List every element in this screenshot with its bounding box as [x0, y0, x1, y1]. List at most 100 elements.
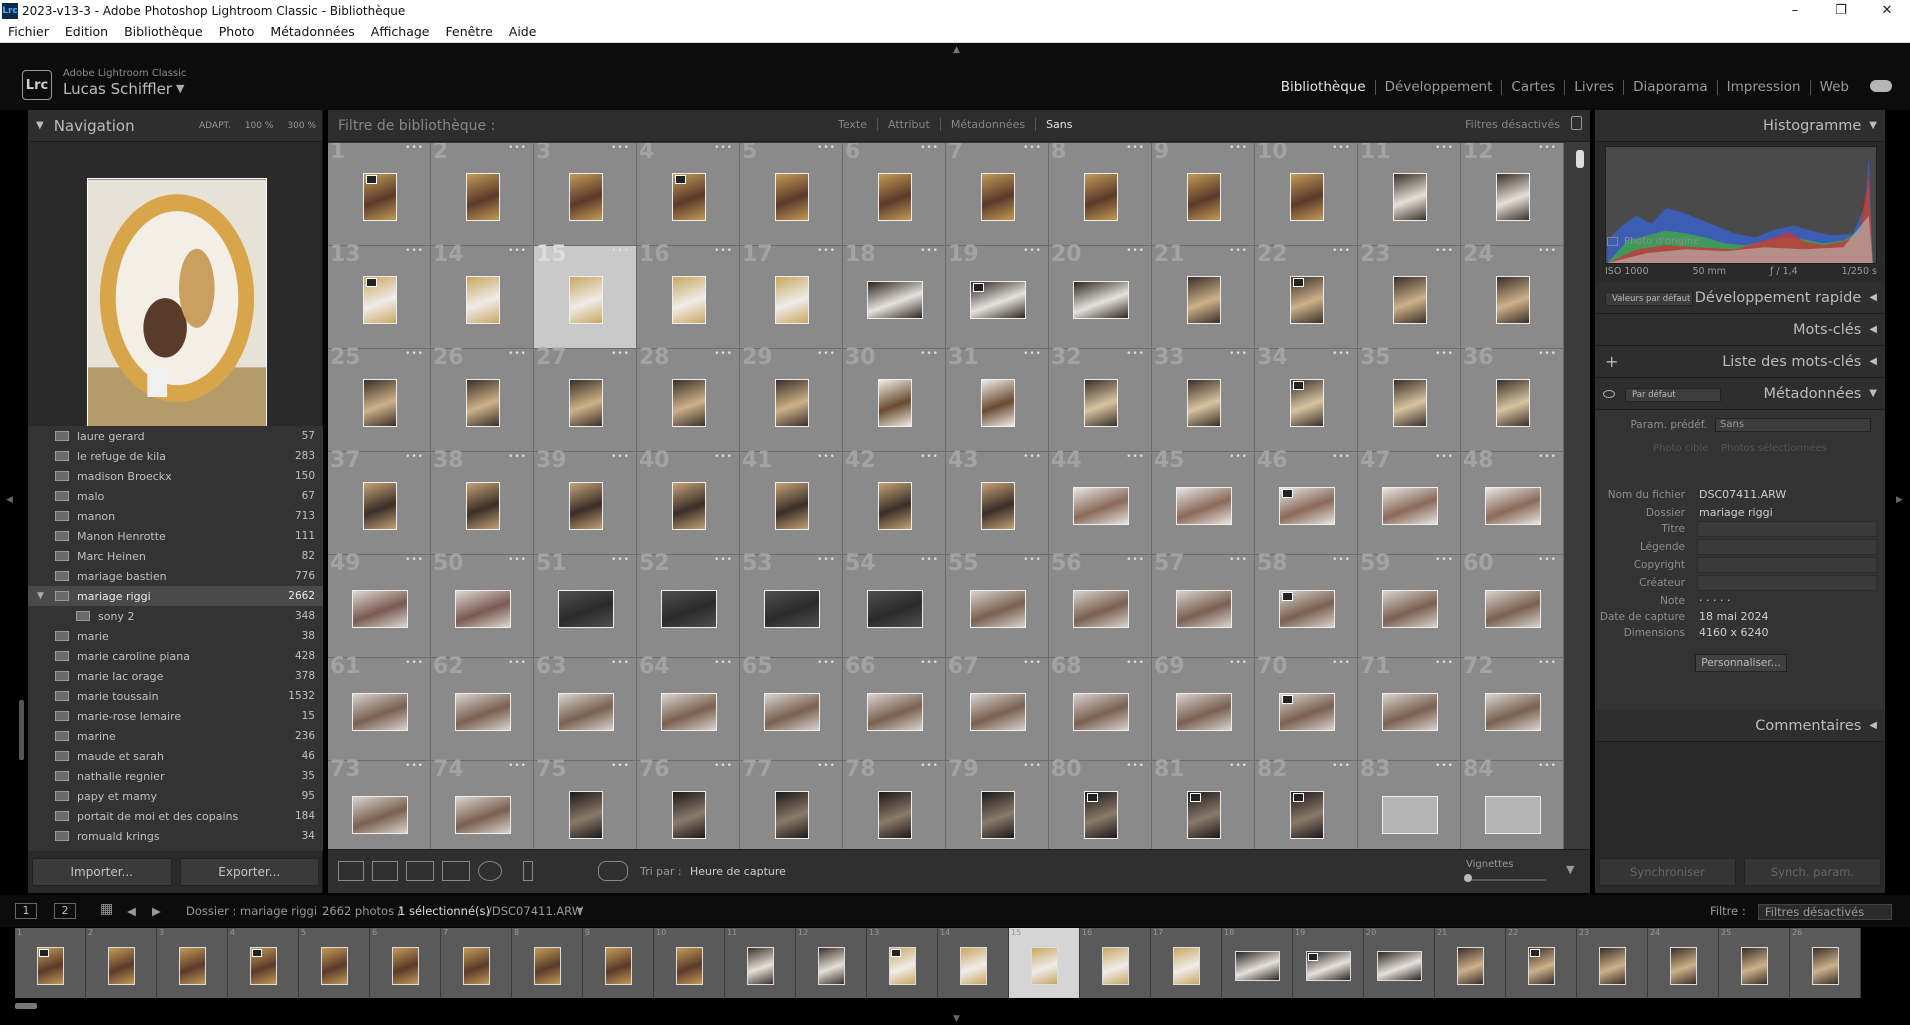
thumbnail-size-track[interactable]: [1464, 879, 1546, 881]
left-panel-scrollbar[interactable]: [19, 700, 24, 760]
filmstrip-cell[interactable]: 10: [654, 928, 725, 998]
more-options-icon[interactable]: •••: [1332, 555, 1351, 565]
photo-thumbnail[interactable]: [866, 589, 923, 628]
photo-thumbnail[interactable]: [557, 589, 614, 628]
grid-cell[interactable]: 64 •••: [637, 656, 740, 761]
metadata-header[interactable]: Par défaut Métadonnées ▼: [1595, 378, 1885, 410]
more-options-icon[interactable]: •••: [1538, 246, 1557, 256]
folder-item[interactable]: Manon Henrotte 111: [28, 526, 323, 546]
photo-thumbnail[interactable]: [362, 481, 397, 530]
photo-thumbnail[interactable]: [671, 481, 706, 530]
grid-cell[interactable]: 51 •••: [534, 553, 637, 658]
more-options-icon[interactable]: •••: [1023, 349, 1042, 359]
collapse-triangle-icon[interactable]: ▼: [36, 120, 44, 131]
metadata-value[interactable]: mariage riggi: [1697, 505, 1877, 521]
customize-button[interactable]: Personnaliser...: [1695, 654, 1787, 672]
more-options-icon[interactable]: •••: [1023, 246, 1042, 256]
filmstrip-thumbnail[interactable]: [1812, 947, 1839, 985]
keywords-header[interactable]: Mots-clés ◀: [1595, 314, 1885, 346]
zoom-fit-option[interactable]: ADAPT.: [199, 121, 231, 131]
filmstrip-cell[interactable]: 18: [1222, 928, 1293, 998]
photo-thumbnail[interactable]: [568, 275, 603, 324]
filmstrip-scrollbar[interactable]: [15, 1003, 37, 1009]
photo-thumbnail[interactable]: [568, 378, 603, 427]
filmstrip-thumbnail[interactable]: [1235, 951, 1280, 981]
grid-cell[interactable]: 59 •••: [1358, 553, 1461, 658]
grid-cell[interactable]: 37 •••: [328, 450, 431, 555]
filmstrip[interactable]: 1 2 3 4 5 6 7 8 9 10 11 12 13 14 15 16 17 18 19 20 21 22 23 24 2…: [15, 928, 1895, 998]
filmstrip-cell[interactable]: 7: [441, 928, 512, 998]
photo-thumbnail[interactable]: [1484, 589, 1541, 628]
grid-cell[interactable]: 50 •••: [431, 553, 534, 658]
more-options-icon[interactable]: •••: [817, 143, 836, 153]
more-options-icon[interactable]: •••: [1435, 555, 1454, 565]
photo-thumbnail[interactable]: [980, 378, 1015, 427]
metadata-value[interactable]: [1697, 557, 1877, 573]
more-options-icon[interactable]: •••: [405, 143, 424, 153]
photo-thumbnail[interactable]: [1392, 275, 1427, 324]
filmstrip-cell[interactable]: 13: [867, 928, 938, 998]
thumbnail-grid[interactable]: 1 ••• 2 ••• 3 ••• 4 ••• 5 ••• 6 ••• 7 ••• 8 ••• 9 ••• 10 ••…: [328, 143, 1564, 849]
checkbox-icon[interactable]: [1607, 237, 1618, 246]
import-button[interactable]: Importer...: [32, 858, 172, 886]
photo-thumbnail[interactable]: [671, 275, 706, 324]
more-options-icon[interactable]: •••: [1229, 452, 1248, 462]
window-1-button[interactable]: 1: [15, 903, 37, 919]
filmstrip-cell[interactable]: 20: [1364, 928, 1435, 998]
more-options-icon[interactable]: •••: [508, 246, 527, 256]
grid-cell[interactable]: 73 •••: [328, 759, 431, 849]
more-options-icon[interactable]: •••: [1023, 555, 1042, 565]
grid-cell[interactable]: 70 •••: [1255, 656, 1358, 761]
filmstrip-cell[interactable]: 2: [86, 928, 157, 998]
photo-thumbnail[interactable]: [1484, 795, 1541, 834]
grid-cell[interactable]: 83 •••: [1358, 759, 1461, 849]
folder-item[interactable]: marie 38: [28, 626, 323, 646]
photo-thumbnail[interactable]: [1186, 378, 1221, 427]
more-options-icon[interactable]: •••: [1229, 555, 1248, 565]
disclosure-triangle-icon[interactable]: ▼: [37, 591, 44, 601]
filmstrip-thumbnail[interactable]: [463, 947, 490, 985]
more-options-icon[interactable]: •••: [1332, 246, 1351, 256]
grid-cell[interactable]: 61 •••: [328, 656, 431, 761]
filmstrip-cell[interactable]: 22: [1506, 928, 1577, 998]
bottom-panel-toggle-icon[interactable]: ▼: [953, 1014, 960, 1024]
photo-thumbnail[interactable]: [980, 172, 1015, 221]
more-options-icon[interactable]: •••: [1332, 143, 1351, 153]
more-options-icon[interactable]: •••: [1435, 143, 1454, 153]
photo-thumbnail[interactable]: [1392, 172, 1427, 221]
grid-cell[interactable]: 53 •••: [740, 553, 843, 658]
filmstrip-cell[interactable]: 8: [512, 928, 583, 998]
module-livres[interactable]: Livres: [1564, 80, 1623, 95]
photo-thumbnail[interactable]: [465, 275, 500, 324]
filmstrip-cell[interactable]: 16: [1080, 928, 1151, 998]
filmstrip-thumbnail[interactable]: [747, 947, 774, 985]
more-options-icon[interactable]: •••: [1126, 761, 1145, 771]
photo-thumbnail[interactable]: [1381, 692, 1438, 731]
module-cartes[interactable]: Cartes: [1501, 80, 1564, 95]
filmstrip-cell[interactable]: 6: [370, 928, 441, 998]
photo-thumbnail[interactable]: [980, 790, 1015, 839]
photo-thumbnail[interactable]: [1083, 172, 1118, 221]
photo-thumbnail[interactable]: [362, 378, 397, 427]
grid-cell[interactable]: 29 •••: [740, 347, 843, 452]
more-options-icon[interactable]: •••: [1435, 349, 1454, 359]
photo-thumbnail[interactable]: [1072, 589, 1129, 628]
grid-cell[interactable]: 67 •••: [946, 656, 1049, 761]
grid-cell[interactable]: 31 •••: [946, 347, 1049, 452]
param-preset-dropdown[interactable]: Sans: [1715, 418, 1871, 432]
grid-cell[interactable]: 9 •••: [1152, 143, 1255, 246]
grid-scrollbar[interactable]: [1576, 150, 1584, 168]
maximize-icon[interactable]: ❐: [1818, 0, 1864, 21]
grid-cell[interactable]: 38 •••: [431, 450, 534, 555]
filmstrip-thumbnail[interactable]: [321, 947, 348, 985]
folder-item[interactable]: nathalie regnier 35: [28, 766, 323, 786]
grid-cell[interactable]: 72 •••: [1461, 656, 1564, 761]
expand-triangle-icon[interactable]: ◀: [1869, 720, 1877, 731]
grid-cell[interactable]: 35 •••: [1358, 347, 1461, 452]
photo-thumbnail[interactable]: [1484, 692, 1541, 731]
grid-cell[interactable]: 65 •••: [740, 656, 843, 761]
sync-button[interactable]: Synchroniser: [1599, 858, 1736, 886]
more-options-icon[interactable]: •••: [817, 761, 836, 771]
menu-bibliotheque[interactable]: Bibliothèque: [116, 24, 211, 39]
grid-cell[interactable]: 60 •••: [1461, 553, 1564, 658]
